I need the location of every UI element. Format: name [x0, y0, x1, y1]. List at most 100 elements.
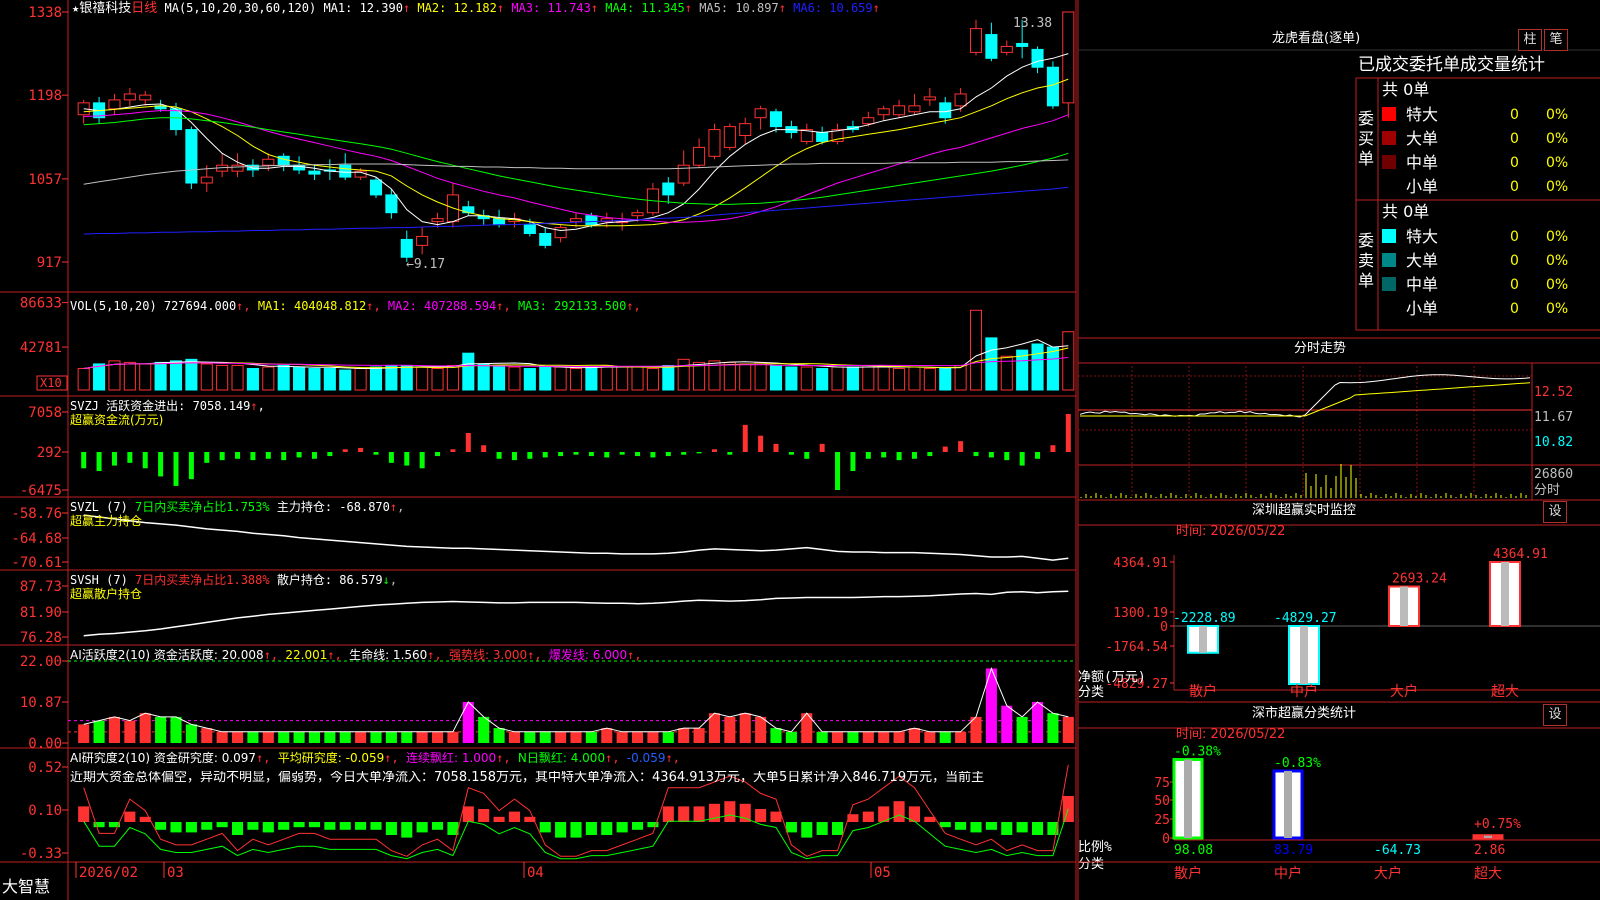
sz-monitor-settings-button[interactable]: 设: [1543, 501, 1567, 523]
lhb-row-percent: 0%: [1546, 227, 1568, 247]
sz-class-settings-button[interactable]: 设: [1543, 704, 1567, 726]
ai2-bar: [217, 822, 228, 827]
candle: [140, 91, 151, 106]
ai1-bar: [770, 728, 781, 743]
lhb-color-swatch: [1382, 277, 1396, 291]
ai2-bar: [1001, 822, 1012, 835]
volume-bar: [786, 367, 797, 390]
candle-body: [586, 216, 597, 225]
svzj-bar: [466, 433, 471, 452]
ai1-bar: [755, 717, 766, 743]
vol-ma-ma2: MA2: 407288.594: [381, 299, 497, 313]
ma-line-ma2: [84, 79, 1069, 226]
ai1-bar: [447, 732, 458, 743]
tick-mode-button[interactable]: 笔: [1544, 29, 1568, 51]
ai1-bar: [724, 717, 735, 743]
volume-bar: [447, 365, 458, 390]
lhb-title: 龙虎看盘(逐单): [1272, 32, 1360, 46]
candle-body: [370, 180, 381, 195]
volume-bar: [770, 365, 781, 390]
ai1-bar: [294, 732, 305, 743]
ai2-bar: [570, 822, 581, 838]
candle-body: [986, 35, 997, 59]
ai1-bar: [278, 732, 289, 743]
sz-monitor-value: 2693.24: [1392, 572, 1447, 587]
ai1-axis-label: 10.87: [20, 695, 62, 711]
svzj-bar: [974, 452, 979, 456]
ai2-bar: [955, 822, 966, 830]
candle-body: [401, 239, 412, 257]
brand-logo: 大智慧: [2, 877, 50, 897]
ai1-bar: [601, 728, 612, 743]
svzl-axis-label: -58.76: [11, 506, 62, 522]
svzj-bar: [912, 452, 917, 459]
svzj-bar: [604, 452, 609, 457]
candle-body: [417, 236, 428, 245]
lhb-row-name: 大单: [1406, 129, 1438, 149]
svzl-line2: 超赢主力持仓: [70, 514, 404, 528]
svzl-legend: SVZL (7) 7日内买卖净占比1.753% 主力持仓: -68.870↑, …: [70, 500, 404, 528]
candle-body: [740, 124, 751, 136]
svzj-bar: [389, 452, 394, 463]
sz-monitor-time: 时间: 2026/05/22: [1176, 525, 1285, 539]
svzj-bar: [943, 447, 948, 452]
candle: [124, 88, 135, 106]
svzj-bar: [112, 452, 117, 466]
bar-mode-button[interactable]: 柱: [1518, 29, 1542, 51]
candle: [432, 213, 443, 228]
sz-class-axis-label: 75: [1154, 776, 1170, 791]
intraday-avg-line: [1080, 383, 1530, 416]
intraday-price-label: 12.52: [1534, 385, 1573, 400]
ai1-bar: [478, 717, 489, 743]
sz-monitor-bar: [1289, 626, 1319, 684]
ai2-bar: [355, 822, 366, 830]
ai1-bar: [570, 732, 581, 743]
svzj-bar: [989, 452, 994, 457]
ai1-bar: [94, 721, 105, 743]
ai1-bar: [340, 732, 351, 743]
ai2-bar: [432, 822, 443, 830]
ma-value-ma5: MA5: 10.897: [692, 1, 779, 15]
ai2-bar: [124, 812, 135, 822]
svzj-bar: [204, 452, 209, 463]
ai1-legend: AI活跃度2(10) 资金活跃度: 20.008↑, 22.001↑, 生命线:…: [70, 648, 642, 662]
svzj-bar: [1066, 414, 1071, 452]
ai2-bar: [724, 801, 735, 822]
candle-body: [632, 213, 643, 216]
svzj-bar: [450, 449, 455, 452]
intraday-price-label: 11.67: [1534, 410, 1573, 425]
sz-monitor-axis-label: 0: [1160, 620, 1168, 635]
sz-monitor-bar: [1389, 587, 1419, 626]
candle-body: [940, 103, 951, 118]
ai2-bar: [278, 822, 289, 830]
volume-bar: [986, 338, 997, 390]
ai1-bar: [263, 732, 274, 743]
candle: [970, 20, 981, 56]
lhb-row-name: 中单: [1406, 153, 1438, 173]
candle: [878, 106, 889, 121]
ai1-bar: [632, 732, 643, 743]
trend-up-icon: ↑: [591, 1, 598, 15]
period-label[interactable]: 日线: [131, 1, 157, 16]
svzj-bar: [512, 452, 517, 460]
volume-bar: [278, 365, 289, 390]
volume-bar: [617, 367, 628, 390]
svzj-bar: [1050, 445, 1055, 452]
sz-class-bar-stripe: [1284, 771, 1292, 838]
ai1-bar: [432, 732, 443, 743]
svzj-line2: 超赢资金流(万元): [70, 413, 265, 427]
ai2-bar: [863, 812, 874, 822]
lhb-row-percent: 0%: [1546, 275, 1568, 295]
ai1-bar: [1063, 717, 1074, 743]
ma-line-ma4: [84, 118, 1069, 205]
ma-value-ma3: MA3: 11.743: [504, 1, 591, 15]
candle-body: [570, 219, 581, 222]
svzj-bar: [866, 452, 871, 459]
candle-body: [1063, 12, 1074, 103]
candle-body: [186, 130, 197, 183]
candle-body: [970, 29, 981, 53]
lhb-total: 共 0单: [1382, 202, 1429, 222]
svzj-bar: [589, 452, 594, 456]
volume-bar: [186, 359, 197, 390]
indicator-value: 平均研究度: -0.059: [278, 751, 385, 765]
